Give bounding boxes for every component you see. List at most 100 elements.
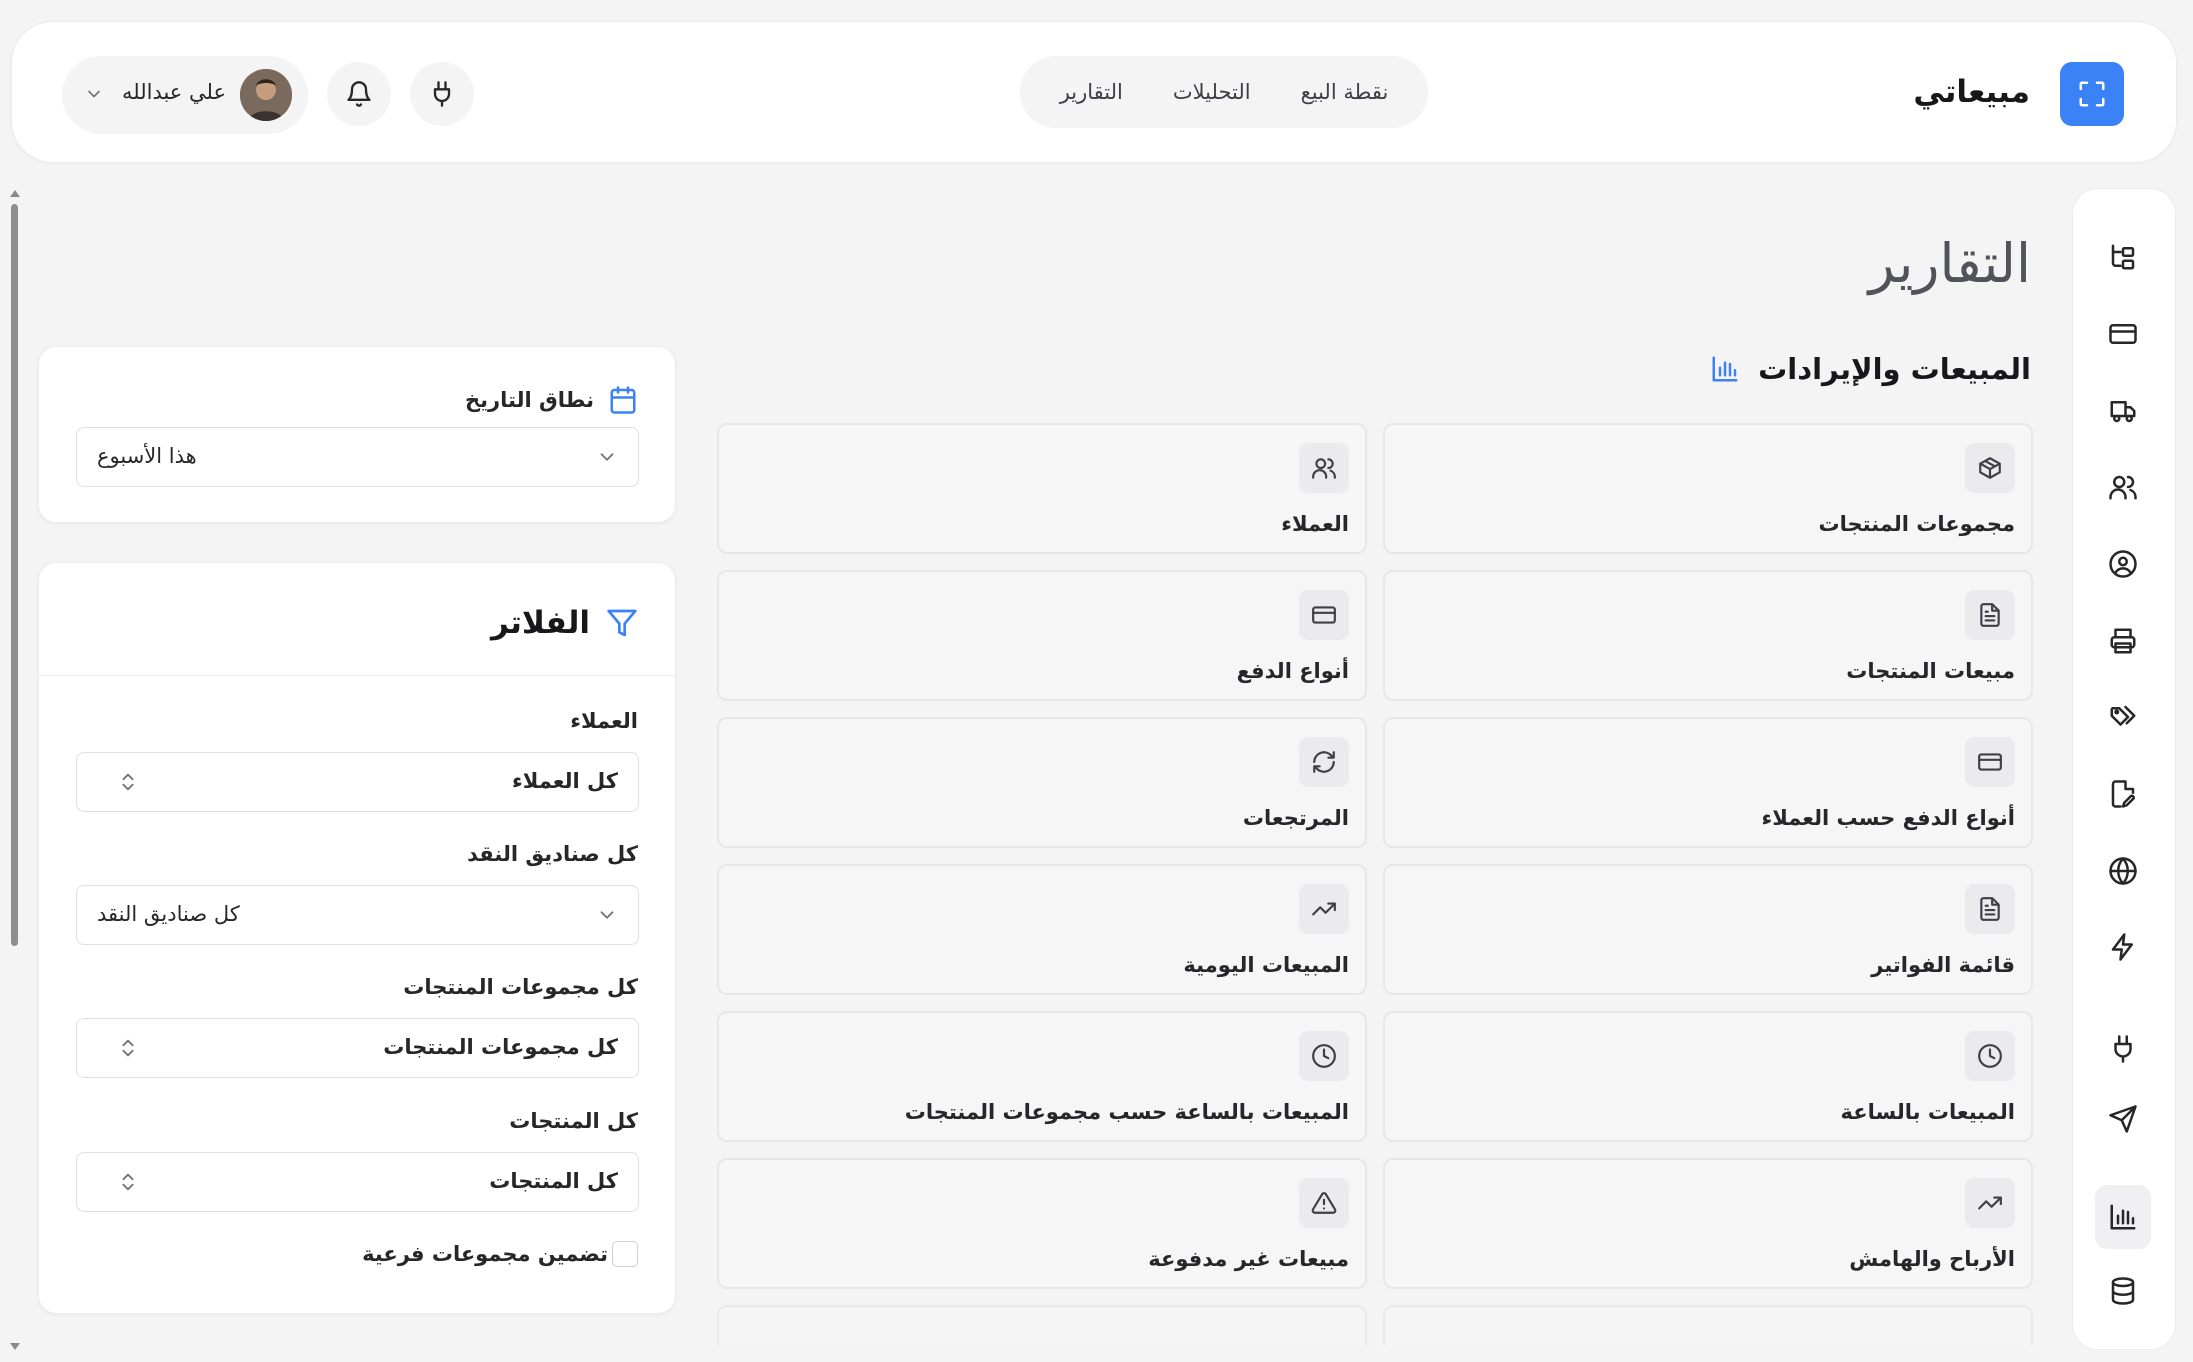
report-card-customers[interactable]: العملاء	[717, 423, 1367, 554]
scroll-down-arrow[interactable]	[10, 1343, 20, 1350]
plug-button[interactable]	[410, 62, 474, 126]
section-title: المبيعات والإيرادات	[1758, 352, 2031, 386]
card-label: العملاء	[1281, 512, 1349, 536]
report-card-hourly-sales[interactable]: المبيعات بالساعة	[1383, 1011, 2033, 1142]
user-circle-icon	[2109, 550, 2137, 578]
calendar-icon	[610, 386, 636, 414]
report-card-invoice-list[interactable]: قائمة الفواتير	[1383, 864, 2033, 995]
trending-up-icon	[1978, 1196, 2002, 1210]
section-header: المبيعات والإيرادات	[1710, 352, 2031, 386]
cash-registers-value: كل صناديق النقد	[97, 902, 240, 926]
card-label: مجموعات المنتجات	[1818, 512, 2015, 536]
sidebar-item-web[interactable]	[2101, 849, 2145, 893]
customers-select[interactable]: كل العملاء	[76, 752, 639, 812]
product-groups-select[interactable]: كل مجموعات المنتجات	[76, 1018, 639, 1078]
card-icon-box	[1965, 1178, 2015, 1228]
avatar	[240, 69, 292, 121]
card-icon-box	[1299, 1031, 1349, 1081]
card-label: المبيعات اليومية	[1183, 953, 1349, 977]
printer-icon	[2110, 628, 2136, 654]
chevron-down-icon	[600, 453, 614, 461]
chevron-down-icon	[600, 911, 614, 919]
report-card-partial[interactable]	[717, 1305, 1367, 1345]
card-label: مبيعات غير مدفوعة	[1148, 1247, 1349, 1271]
sidebar-item-printers[interactable]	[2101, 619, 2145, 663]
card-label: الأرباح والهامش	[1849, 1247, 2015, 1271]
report-card-daily-sales[interactable]: المبيعات اليومية	[717, 864, 1367, 995]
products-select[interactable]: كل المنتجات	[76, 1152, 639, 1212]
sidebar-item-account[interactable]	[2101, 542, 2145, 586]
cash-registers-label: كل صناديق النقد	[467, 842, 638, 866]
credit-card-icon	[1312, 606, 1336, 624]
report-card-payment-types[interactable]: أنواع الدفع	[717, 570, 1367, 701]
date-range-label: نطاق التاريخ	[465, 388, 594, 412]
report-card-partial[interactable]	[1383, 1305, 2033, 1345]
reports-grid: مجموعات المنتجات العملاء مبيعات المنتجات…	[715, 423, 2033, 1345]
card-icon-box	[1965, 1031, 2015, 1081]
chevron-down-icon	[88, 90, 100, 98]
scroll-up-arrow[interactable]	[10, 190, 20, 197]
product-groups-label: كل مجموعات المنتجات	[403, 975, 638, 999]
card-icon-box	[1299, 884, 1349, 934]
date-range-select[interactable]: هذا الأسبوع	[76, 427, 639, 487]
sidebar-item-integrations[interactable]	[2101, 1027, 2145, 1071]
file-text-icon	[1980, 897, 2000, 921]
bar-chart-icon	[2110, 1204, 2136, 1230]
sidebar-item-payments[interactable]	[2101, 312, 2145, 356]
products-value: كل المنتجات	[489, 1169, 618, 1193]
credit-card-icon	[2109, 324, 2137, 344]
include-subgroups-label: تضمين مجموعات فرعية	[362, 1242, 608, 1266]
database-icon	[2111, 1277, 2135, 1305]
sidebar-item-hierarchy[interactable]	[2101, 235, 2145, 279]
card-icon-box	[1299, 590, 1349, 640]
globe-icon	[2109, 857, 2137, 885]
package-icon	[1979, 457, 2001, 479]
report-card-profit-margin[interactable]: الأرباح والهامش	[1383, 1158, 2033, 1289]
sidebar-item-delivery[interactable]	[2101, 389, 2145, 433]
report-card-payment-by-customer[interactable]: أنواع الدفع حسب العملاء	[1383, 717, 2033, 848]
sidebar-item-quick[interactable]	[2101, 925, 2145, 969]
truck-icon	[2110, 401, 2136, 423]
cash-registers-select[interactable]: كل صناديق النقد	[76, 885, 639, 945]
avatar-image	[240, 69, 292, 121]
divider	[39, 675, 675, 676]
trending-up-icon	[1312, 902, 1336, 916]
sidebar-item-database[interactable]	[2101, 1269, 2145, 1313]
include-subgroups-row: تضمين مجموعات فرعية	[362, 1241, 638, 1267]
tags-icon	[2110, 705, 2136, 726]
notifications-button[interactable]	[327, 62, 391, 126]
sidebar-item-users[interactable]	[2101, 465, 2145, 509]
card-icon-box	[1965, 443, 2015, 493]
scroll-thumb[interactable]	[11, 204, 18, 946]
nav-analytics[interactable]: التحليلات	[1155, 80, 1269, 104]
users-icon	[2109, 475, 2137, 500]
report-card-returns[interactable]: المرتجعات	[717, 717, 1367, 848]
sidebar-item-documents[interactable]	[2101, 772, 2145, 816]
scrollbar[interactable]	[9, 190, 20, 1350]
user-menu[interactable]: علي عبدالله	[62, 56, 308, 134]
chevrons-up-down-icon	[122, 773, 134, 791]
sidebar-item-tags[interactable]	[2101, 695, 2145, 739]
credit-card-icon	[1978, 753, 2002, 771]
sidebar-item-send[interactable]	[2101, 1097, 2145, 1141]
fullscreen-button[interactable]	[2060, 62, 2124, 126]
plug-icon	[2114, 1035, 2132, 1063]
card-label: أنواع الدفع	[1236, 659, 1349, 683]
card-icon-box	[1965, 590, 2015, 640]
report-card-unpaid-sales[interactable]: مبيعات غير مدفوعة	[717, 1158, 1367, 1289]
bar-chart-icon	[1712, 356, 1738, 382]
report-card-product-groups[interactable]: مجموعات المنتجات	[1383, 423, 2033, 554]
card-icon-box	[1965, 737, 2015, 787]
nav-pos[interactable]: نقطة البيع	[1283, 80, 1407, 104]
include-subgroups-checkbox[interactable]	[612, 1241, 638, 1267]
card-label: قائمة الفواتير	[1871, 953, 2015, 977]
user-name: علي عبدالله	[122, 80, 226, 104]
sidebar-item-reports[interactable]	[2095, 1185, 2151, 1249]
nav-reports[interactable]: التقارير	[1042, 80, 1141, 104]
report-card-hourly-by-group[interactable]: المبيعات بالساعة حسب مجموعات المنتجات	[717, 1011, 1367, 1142]
card-icon-box	[1299, 1178, 1349, 1228]
report-card-product-sales[interactable]: مبيعات المنتجات	[1383, 570, 2033, 701]
filters-title: الفلاتر	[490, 605, 590, 641]
users-icon	[1312, 458, 1336, 479]
sidebar	[2072, 188, 2176, 1350]
